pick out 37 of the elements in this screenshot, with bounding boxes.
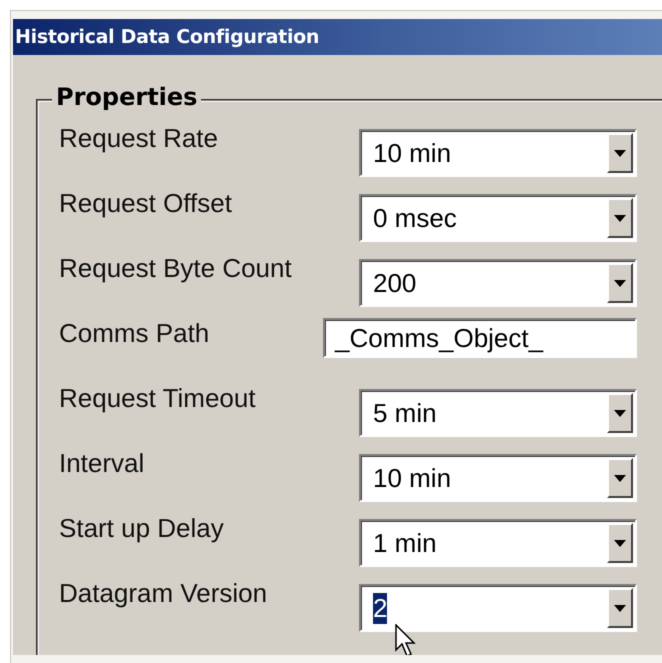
dropdown-value: 10 min <box>373 462 452 494</box>
dropdown[interactable]: 1 min <box>359 519 637 567</box>
caret-icon <box>614 280 626 286</box>
field-label: Request Timeout <box>59 383 257 414</box>
caret-icon <box>614 410 626 416</box>
field-label: Comms Path <box>59 318 210 349</box>
dropdown[interactable]: 200 <box>359 259 637 307</box>
dropdown-value: 5 min <box>373 398 437 428</box>
dropdown-value: 2 <box>373 592 388 624</box>
dropdown-value: 10 min <box>373 138 452 168</box>
dropdown[interactable]: 0 msec <box>359 194 637 242</box>
dropdown-button[interactable] <box>607 458 633 498</box>
dropdown-button[interactable] <box>607 588 633 628</box>
field-label: Interval <box>59 448 146 479</box>
field-label: Start up Delay <box>59 513 225 544</box>
field-label: Request Byte Count <box>59 253 293 284</box>
dropdown-button[interactable] <box>607 523 633 563</box>
dropdown-button[interactable] <box>607 133 633 173</box>
field-label: Request Offset <box>59 188 233 219</box>
caret-icon <box>614 214 626 222</box>
caret-icon <box>614 474 626 482</box>
dropdown-value: 200 <box>373 268 416 298</box>
dropdown-value: 0 msec <box>373 202 457 234</box>
dropdown-button[interactable] <box>607 263 633 303</box>
field-label: Datagram Version <box>59 578 268 609</box>
input-field[interactable]: _Comms_Object_ <box>323 318 637 358</box>
caret-icon <box>614 150 626 156</box>
dropdown-button[interactable] <box>607 198 633 238</box>
dropdown-button[interactable] <box>607 393 633 433</box>
dropdown-value: 1 min <box>373 528 437 558</box>
field-label: Request Rate <box>59 123 219 154</box>
caret-icon <box>614 604 626 612</box>
window-title: Historical Data Configuration <box>15 26 320 48</box>
dropdown[interactable]: 5 min <box>359 389 637 437</box>
caret-icon <box>614 540 626 546</box>
dropdown[interactable]: 10 min <box>359 129 637 177</box>
dropdown[interactable]: 10 min <box>359 454 637 502</box>
